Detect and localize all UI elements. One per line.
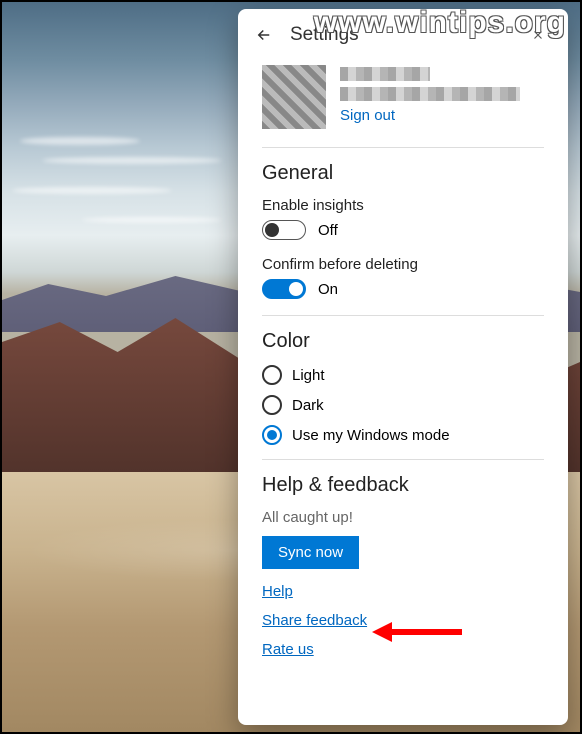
account-email-redacted [340, 87, 520, 101]
radio-icon [262, 395, 282, 415]
avatar [262, 65, 326, 129]
divider [262, 459, 544, 460]
arrow-left-icon [255, 26, 273, 44]
section-color-title: Color [262, 330, 544, 353]
color-option-windows[interactable]: Use my Windows mode [262, 425, 544, 445]
confirm-state: On [318, 281, 338, 298]
sign-out-link[interactable]: Sign out [340, 107, 395, 124]
section-help-title: Help & feedback [262, 474, 544, 497]
annotation-arrow [372, 622, 462, 642]
section-general-title: General [262, 162, 544, 185]
radio-icon [262, 365, 282, 385]
share-feedback-link[interactable]: Share feedback [262, 612, 367, 629]
account-block: Sign out [262, 57, 544, 143]
back-button[interactable] [248, 19, 280, 51]
settings-panel: Settings Sign out General Enable insight… [238, 9, 568, 725]
sync-now-button[interactable]: Sync now [262, 536, 359, 569]
insights-state: Off [318, 222, 338, 239]
color-option-dark[interactable]: Dark [262, 395, 544, 415]
insights-label: Enable insights [262, 197, 544, 214]
account-name-redacted [340, 67, 430, 81]
color-option-label: Dark [292, 397, 324, 414]
watermark-text: www.wintips.org [314, 6, 566, 40]
color-option-label: Light [292, 367, 325, 384]
account-info: Sign out [340, 65, 544, 129]
divider [262, 315, 544, 316]
insights-toggle-row: Off [262, 220, 544, 240]
rate-us-link[interactable]: Rate us [262, 641, 314, 658]
insights-toggle[interactable] [262, 220, 306, 240]
radio-icon [262, 425, 282, 445]
confirm-toggle[interactable] [262, 279, 306, 299]
confirm-toggle-row: On [262, 279, 544, 299]
help-link[interactable]: Help [262, 583, 293, 600]
confirm-label: Confirm before deleting [262, 256, 544, 273]
color-option-label: Use my Windows mode [292, 427, 450, 444]
color-option-light[interactable]: Light [262, 365, 544, 385]
sync-status: All caught up! [262, 509, 544, 526]
divider [262, 147, 544, 148]
